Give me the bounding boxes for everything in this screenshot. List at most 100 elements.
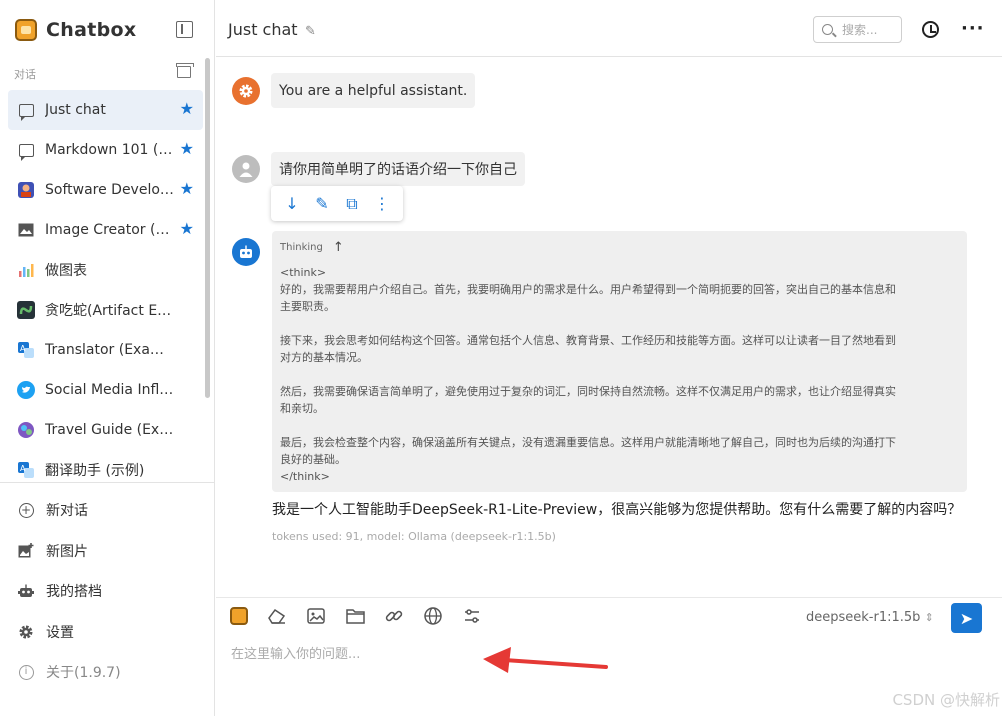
image-add-icon <box>17 542 35 560</box>
token-usage: tokens used: 91, model: Ollama (deepseek… <box>272 530 556 543</box>
thinking-line: 和亲切。 <box>280 402 324 415</box>
send-button[interactable]: ➤ <box>951 603 982 633</box>
user-message: 请你用简单明了的话语介绍一下你自己 <box>271 152 525 186</box>
watermark: CSDN @快解析 <box>892 691 1000 709</box>
my-copilots-label: 我的搭档 <box>46 584 102 601</box>
message-list: You are a helpful assistant. 请你用简单明了的话语介… <box>216 57 1002 597</box>
assistant-answer: 我是一个人工智能助手DeepSeek-R1-Lite-Preview，很高兴能够… <box>272 502 962 518</box>
thinking-line: <think> <box>280 266 327 279</box>
robot-icon <box>17 582 35 600</box>
download-arrow-icon[interactable]: ↓ <box>282 194 302 213</box>
plus-circle-icon: + <box>17 501 35 519</box>
conversation-item-translator[interactable]: A Translator (Example) <box>8 330 203 370</box>
sidebar: Chatbox 对话 Just chat ★ Markdown 101 (Exa… <box>0 0 215 716</box>
system-avatar-gear-icon <box>232 77 260 105</box>
star-icon[interactable]: ★ <box>180 100 194 118</box>
conversation-item-social-media[interactable]: Social Media Influencer (Example) <box>8 370 203 410</box>
chatbox-logo-icon <box>15 19 37 41</box>
conversation-label: 贪吃蛇(Artifact Example) <box>45 303 175 319</box>
edit-title-icon[interactable]: ✎ <box>305 24 316 39</box>
star-icon[interactable]: ★ <box>180 180 194 198</box>
app-window: Chatbox 对话 Just chat ★ Markdown 101 (Exa… <box>0 0 1002 716</box>
chat-icon <box>17 141 35 161</box>
input-area: deepseek-r1:1.5b ⇕ ➤ CSDN @快解析 <box>216 597 1002 716</box>
conversation-label: Travel Guide (Example) <box>45 422 175 438</box>
sidebar-scrollbar[interactable] <box>205 58 210 398</box>
link-icon[interactable] <box>384 606 404 626</box>
conversation-label: Just chat <box>45 102 106 118</box>
user-message-text: 请你用简单明了的话语介绍一下你自己 <box>279 162 517 178</box>
conversation-label: Markdown 101 (Example) <box>45 142 175 158</box>
conversation-item-chart[interactable]: 做图表 <box>8 250 203 290</box>
history-icon[interactable] <box>922 21 939 38</box>
conversation-label: Translator (Example) <box>45 342 175 358</box>
sidebar-actions: + 新对话 新图片 我的搭档 设置 i 关于(1.9.7) <box>8 490 203 693</box>
input-toolbar <box>230 606 482 626</box>
search-icon <box>822 24 833 35</box>
thinking-line: 然后，我需要确保语言简单明了，避免使用过于复杂的词汇，同时保持自然流畅。这样不仅… <box>280 385 896 398</box>
conversation-item-travel-guide[interactable]: Travel Guide (Example) <box>8 410 203 450</box>
edit-message-icon[interactable]: ✎ <box>312 194 332 213</box>
conversation-item-markdown[interactable]: Markdown 101 (Example) ★ <box>8 130 203 170</box>
model-select[interactable]: deepseek-r1:1.5b ⇕ <box>806 610 934 625</box>
model-select-value: deepseek-r1:1.5b <box>806 610 921 625</box>
conversation-item-software-developer[interactable]: Software Developer (Example) ★ <box>8 170 203 210</box>
new-chat-button[interactable]: + 新对话 <box>8 490 203 531</box>
my-copilots-button[interactable]: 我的搭档 <box>8 571 203 612</box>
chatbox-logo-icon[interactable] <box>230 607 248 625</box>
info-icon: i <box>17 663 35 681</box>
chart-avatar-icon <box>17 261 35 279</box>
user-avatar-icon <box>232 155 260 183</box>
more-options-icon[interactable]: ··· <box>961 18 985 39</box>
sidebar-divider <box>0 482 214 483</box>
thinking-line: 良好的基础。 <box>280 453 346 466</box>
system-message-text: You are a helpful assistant. <box>279 82 468 99</box>
conversation-item-translation-assistant[interactable]: A 翻译助手 (示例) <box>8 450 203 490</box>
search-placeholder: 搜索... <box>842 23 878 37</box>
more-vert-icon[interactable]: ⋮ <box>372 194 392 213</box>
collapse-sidebar-icon[interactable] <box>176 21 193 38</box>
translator-avatar-icon: A <box>17 341 35 359</box>
new-chat-label: 新对话 <box>46 503 88 520</box>
new-image-button[interactable]: 新图片 <box>8 531 203 572</box>
thinking-line: </think> <box>280 470 330 483</box>
send-icon: ➤ <box>959 608 974 628</box>
svg-text:A: A <box>20 464 26 473</box>
assistant-robot-avatar-icon <box>232 238 260 266</box>
gear-icon <box>17 623 35 641</box>
folder-icon[interactable] <box>345 606 365 626</box>
svg-text:A: A <box>20 344 26 353</box>
image-icon <box>17 221 35 239</box>
globe-icon[interactable] <box>423 606 443 626</box>
conversation-label: 翻译助手 (示例) <box>45 463 145 479</box>
thinking-header[interactable]: Thinking ↑ <box>280 239 959 256</box>
conversation-item-snake[interactable]: 贪吃蛇(Artifact Example) <box>8 290 203 330</box>
collapse-arrow-up-icon[interactable]: ↑ <box>333 239 344 256</box>
image-icon[interactable] <box>306 606 326 626</box>
chevron-updown-icon: ⇕ <box>924 611 934 624</box>
chat-header: Just chat ✎ 搜索... ··· <box>216 0 1002 57</box>
thinking-line: 接下来，我会思考如何结构这个回答。通常包括个人信息、教育背景、工作经历和技能等方… <box>280 334 896 347</box>
copy-icon[interactable]: ⧉ <box>342 194 362 214</box>
eraser-icon[interactable] <box>267 606 287 626</box>
star-icon[interactable]: ★ <box>180 220 194 238</box>
settings-sliders-icon[interactable] <box>462 606 482 626</box>
annotation-arrow-icon <box>483 647 608 673</box>
about-label: 关于(1.9.7) <box>46 665 121 682</box>
archive-icon[interactable] <box>176 63 194 78</box>
settings-button[interactable]: 设置 <box>8 612 203 653</box>
conversation-item-just-chat[interactable]: Just chat ★ <box>8 90 203 130</box>
settings-label: 设置 <box>46 624 74 641</box>
thinking-line: 最后，我会检查整个内容，确保涵盖所有关键点，没有遗漏重要信息。这样用户就能清晰地… <box>280 436 896 449</box>
about-button[interactable]: i 关于(1.9.7) <box>8 652 203 693</box>
search-input[interactable]: 搜索... <box>813 16 902 43</box>
thinking-label: Thinking <box>280 242 323 253</box>
conversation-label: Software Developer (Example) <box>45 182 175 198</box>
conversation-label: Social Media Influencer (Example) <box>45 382 175 398</box>
conversation-list: Just chat ★ Markdown 101 (Example) ★ Sof… <box>8 90 203 490</box>
chat-title: Just chat <box>228 20 298 39</box>
system-message: You are a helpful assistant. <box>271 73 476 108</box>
brand: Chatbox <box>15 17 136 43</box>
star-icon[interactable]: ★ <box>180 140 194 158</box>
conversation-item-image-creator[interactable]: Image Creator (Example) ★ <box>8 210 203 250</box>
